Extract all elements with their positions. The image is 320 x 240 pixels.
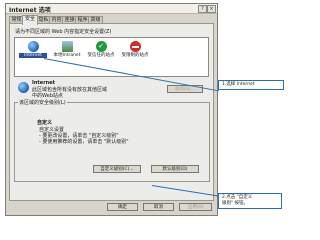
zone-label-trusted: 受信任的站点 bbox=[87, 53, 115, 58]
zone-restricted-sites[interactable]: 受限制的站点 bbox=[121, 41, 149, 58]
callout-custom-level: 2.点击 "自定义 级别" 按钮。 bbox=[218, 193, 282, 209]
default-level-button[interactable]: 默认级别(D) bbox=[151, 165, 199, 173]
zone-description-line2: 中的Web站点 bbox=[32, 93, 63, 99]
custom-level-button[interactable]: 自定义级别(C)... bbox=[93, 165, 141, 173]
help-button[interactable]: ? bbox=[198, 5, 207, 13]
apply-button[interactable]: 应用(A) bbox=[179, 203, 212, 211]
security-level-title: 该区域的安全级别(L) bbox=[18, 99, 67, 106]
zone-label-internet: Internet bbox=[19, 53, 47, 58]
globe-icon bbox=[27, 41, 39, 52]
intranet-icon bbox=[61, 41, 73, 52]
callout-2-text-line2: 级别" 按钮。 bbox=[222, 201, 248, 206]
ok-button[interactable]: 确定 bbox=[107, 203, 138, 211]
callout-1-text: 1.选择 Internet bbox=[222, 82, 255, 87]
custom-level-heading: 自定义 bbox=[37, 120, 53, 126]
restricted-sites-icon bbox=[129, 41, 141, 52]
cancel-button[interactable]: 取消 bbox=[143, 203, 174, 211]
internet-options-window: Internet 选项 ? × 常规 安全 隐私 内容 连接 程序 高级 请为不… bbox=[5, 3, 218, 216]
zone-instruction: 请为不同区域的 Web 内容指定安全设置(Z) bbox=[15, 29, 112, 35]
zone-label-intranet: 本地Intranet bbox=[53, 53, 81, 58]
close-button[interactable]: × bbox=[207, 5, 216, 13]
trusted-sites-icon: ✓ bbox=[95, 41, 107, 52]
security-panel: 请为不同区域的 Web 内容指定安全设置(Z) Internet 本地Intra… bbox=[9, 23, 214, 201]
custom-line-3: - 要使用推荐的设置，请单击 "默认级别" bbox=[39, 139, 129, 145]
security-level-group: 该区域的安全级别(L) 自定义 自定义设置 - 要更改设置，请单击 "自定义级别… bbox=[14, 99, 210, 182]
zone-trusted-sites[interactable]: ✓ 受信任的站点 bbox=[87, 41, 115, 58]
title-bar: Internet 选项 ? × bbox=[6, 4, 217, 14]
zone-label-restricted: 受限制的站点 bbox=[121, 53, 149, 58]
window-title: Internet 选项 bbox=[9, 7, 51, 14]
selected-zone-icon bbox=[18, 82, 29, 93]
zone-local-intranet[interactable]: 本地Intranet bbox=[53, 41, 81, 58]
callout-select-internet: 1.选择 Internet bbox=[218, 80, 284, 90]
tab-security[interactable]: 安全 bbox=[22, 15, 38, 25]
zone-internet[interactable]: Internet bbox=[19, 41, 47, 58]
